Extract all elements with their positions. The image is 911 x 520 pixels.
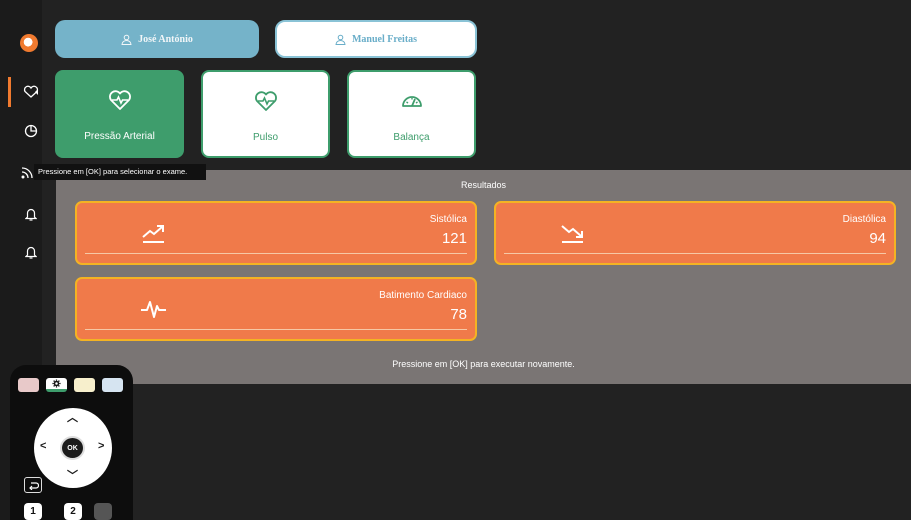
divider	[504, 253, 886, 254]
systolic-card: Sistólica 121	[75, 201, 477, 265]
user-tab-active[interactable]: José António	[55, 20, 259, 58]
exam-label: Balança	[393, 132, 430, 143]
back-button[interactable]	[24, 477, 42, 493]
exam-card-pulse[interactable]: Pulso	[201, 70, 330, 158]
heart-pulse-icon	[254, 88, 278, 114]
results-title: Resultados	[460, 180, 507, 190]
red-button[interactable]	[18, 378, 39, 392]
systolic-label: Sistólica	[429, 214, 467, 225]
user-icon	[121, 34, 132, 45]
systolic-value: 121	[441, 230, 467, 247]
user-name: José António	[138, 33, 193, 45]
heart-rate-label: Batimento Cardiaco	[379, 290, 467, 301]
sidebar-active-indicator	[8, 77, 11, 107]
num-key[interactable]	[94, 503, 112, 520]
pulse-wave-icon	[141, 301, 166, 318]
chevron-left-icon[interactable]: <	[40, 441, 46, 452]
app-logo	[20, 34, 38, 52]
heart-icon[interactable]	[22, 83, 40, 101]
user-icon	[335, 34, 346, 45]
divider	[85, 253, 467, 254]
diastolic-value: 94	[869, 230, 886, 247]
num-key-1[interactable]: 1	[24, 503, 42, 520]
user-tab-inactive[interactable]: Manuel Freitas	[275, 20, 477, 58]
trend-up-icon	[142, 225, 164, 243]
exam-label: Pulso	[252, 132, 278, 143]
diastolic-card: Diastólica 94	[494, 201, 896, 265]
chevron-up-icon[interactable]: ︿	[67, 413, 78, 424]
divider	[85, 329, 467, 330]
chevron-right-icon[interactable]: >	[98, 441, 104, 452]
ok-button[interactable]: OK	[60, 436, 85, 460]
tooltip: Pressione em [OK] para selecionar o exam…	[34, 164, 206, 180]
user-name: Manuel Freitas	[351, 33, 418, 45]
bell-icon[interactable]	[22, 244, 40, 262]
num-key-2[interactable]: 2	[64, 503, 82, 520]
heart-rate-value: 78	[450, 306, 467, 323]
gear-icon	[52, 379, 61, 388]
results-instruction: Pressione em [OK] para executar novament…	[392, 359, 575, 369]
results-panel: Resultados Sistólica 121 Diastólica 94 B…	[56, 170, 911, 384]
remote-control: ︿ ﹀ < > OK 1 2	[10, 365, 133, 520]
blue-button[interactable]	[102, 378, 123, 392]
exam-label: Pressão Arterial	[84, 131, 155, 142]
exam-card-blood-pressure[interactable]: Pressão Arterial	[55, 70, 184, 158]
trend-down-icon	[561, 225, 583, 243]
back-arrow-icon	[28, 481, 39, 490]
diastolic-label: Diastólica	[842, 214, 886, 225]
settings-button[interactable]	[46, 378, 67, 392]
heart-rate-card: Batimento Cardiaco 78	[75, 277, 477, 341]
chevron-down-icon[interactable]: ﹀	[67, 471, 78, 482]
scale-gauge-icon	[400, 88, 424, 114]
bell-icon[interactable]	[22, 206, 40, 224]
history-clock-icon[interactable]	[22, 122, 40, 140]
dpad[interactable]: ︿ ﹀ < > OK	[34, 408, 112, 488]
exam-card-scale[interactable]: Balança	[347, 70, 476, 158]
yellow-button[interactable]	[74, 378, 95, 392]
heart-pulse-icon	[108, 87, 132, 113]
